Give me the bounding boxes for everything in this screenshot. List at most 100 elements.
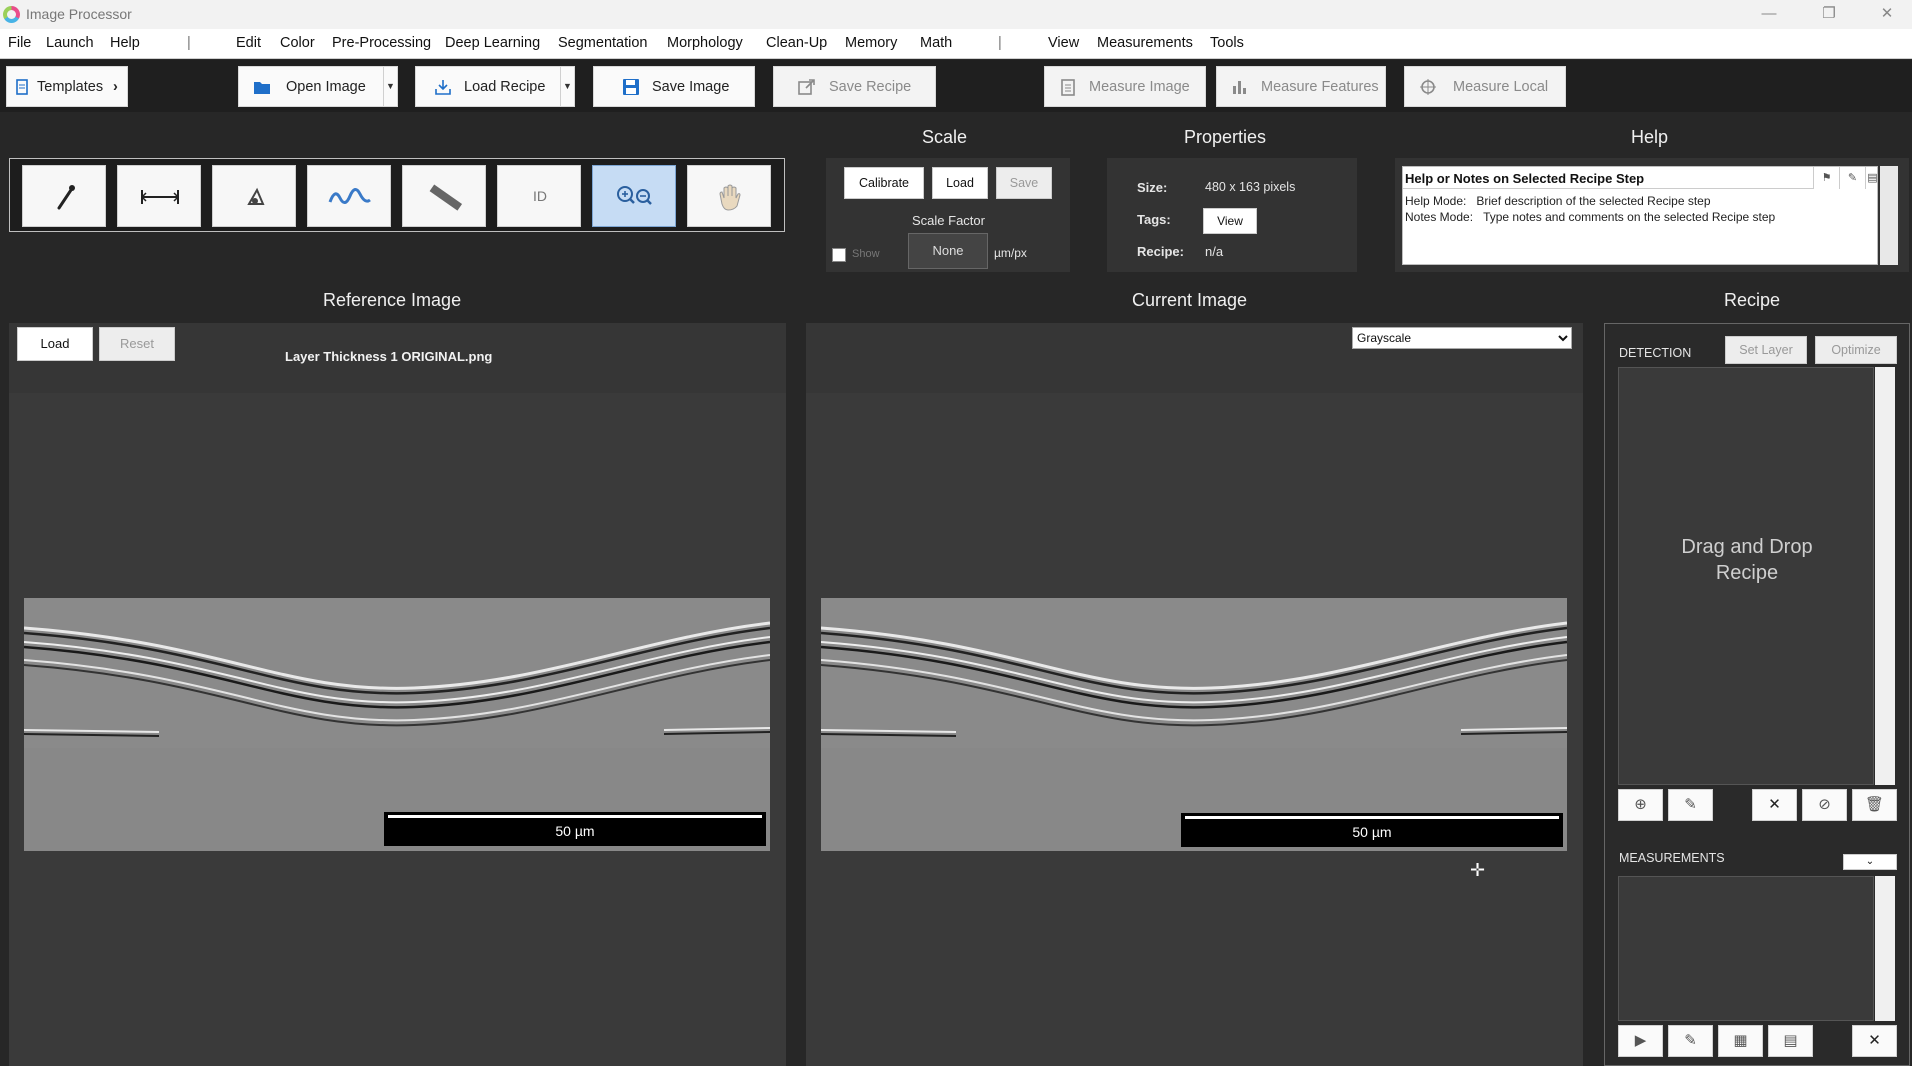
save-image-button[interactable]: Save Image — [593, 66, 755, 107]
save-image-label: Save Image — [652, 79, 730, 95]
tool-angle[interactable] — [212, 165, 296, 227]
folder-icon — [254, 82, 270, 94]
minimize-button[interactable]: — — [1754, 3, 1784, 25]
play-icon: ▶ — [1634, 1032, 1647, 1049]
help-mode-key: Help Mode: — [1405, 194, 1467, 208]
delete-recipe-button[interactable]: 🗑 — [1852, 789, 1897, 821]
menu-memory[interactable]: Memory — [845, 35, 897, 51]
tool-measure-line[interactable] — [117, 165, 201, 227]
scale-load-button[interactable]: Load — [932, 167, 988, 199]
reference-image[interactable]: 50 µm — [23, 598, 771, 851]
scale-factor-field[interactable]: None — [908, 233, 988, 269]
disable-step-button[interactable]: ⊘ — [1802, 789, 1847, 821]
chevron-down-icon: ⌄ — [1865, 856, 1875, 867]
current-image-panel: Grayscale 50 µm ✛ — [806, 323, 1583, 1066]
menu-tools[interactable]: Tools — [1210, 35, 1244, 51]
tool-pan[interactable] — [687, 165, 771, 227]
help-mode-text: Brief description of the selected Recipe… — [1476, 194, 1711, 208]
open-image-dropdown-icon[interactable]: ▼ — [383, 67, 397, 106]
measure-image-label: Measure Image — [1089, 79, 1190, 95]
templates-button[interactable]: Templates › — [6, 66, 128, 107]
color-mode-select[interactable]: Grayscale — [1352, 327, 1572, 349]
mouse-cursor-icon: ✛ — [1470, 860, 1486, 880]
notes-mode-line: Notes Mode: Type notes and comments on t… — [1405, 210, 1775, 224]
menu-math[interactable]: Math — [920, 35, 952, 51]
reference-image-title: Reference Image — [323, 290, 462, 310]
current-image[interactable]: 50 µm — [820, 598, 1568, 851]
menu-morphology[interactable]: Morphology — [667, 35, 743, 51]
reference-reset-button[interactable]: Reset — [99, 327, 175, 361]
recipe-panel: DETECTION Set Layer Optimize Drag and Dr… — [1604, 323, 1910, 1066]
tags-view-button[interactable]: View — [1203, 208, 1257, 234]
open-image-button[interactable]: Open Image ▼ — [238, 66, 398, 107]
document-icon — [16, 79, 28, 95]
size-value: 480 x 163 pixels — [1205, 180, 1296, 194]
pin-icon[interactable]: ✎ — [1839, 167, 1865, 189]
tool-ruler[interactable] — [402, 165, 486, 227]
tool-zoom[interactable] — [592, 165, 676, 227]
edit-step-button[interactable]: ✎ — [1668, 789, 1713, 821]
menu-color[interactable]: Color — [280, 35, 315, 51]
tool-id[interactable]: ID — [497, 165, 581, 227]
menu-view[interactable]: View — [1048, 35, 1079, 51]
recipe-property-value: n/a — [1205, 244, 1224, 259]
measurements-scrollbar[interactable] — [1875, 876, 1895, 1021]
menu-deep-learning[interactable]: Deep Learning — [445, 35, 540, 51]
tool-freehand[interactable] — [307, 165, 391, 227]
edit-measurement-button[interactable]: ✎ — [1668, 1025, 1713, 1057]
run-measurements-button[interactable]: ▶ — [1618, 1025, 1663, 1057]
measure-features-label: Measure Features — [1261, 79, 1379, 95]
add-step-button[interactable]: ⊕ — [1618, 789, 1663, 821]
tool-palette: ID — [9, 158, 785, 232]
notes-icon[interactable]: ▤ — [1865, 167, 1879, 189]
drop-hint-line-1: Drag and Drop — [1681, 536, 1813, 558]
measurements-list[interactable] — [1618, 876, 1874, 1021]
close-button[interactable]: ✕ — [1872, 3, 1902, 25]
measure-local-button[interactable]: Measure Local — [1404, 66, 1566, 107]
remove-step-button[interactable]: ✕ — [1752, 789, 1797, 821]
flag-icon[interactable]: ⚑ — [1813, 167, 1839, 189]
scale-factor-label: Scale Factor — [912, 213, 985, 228]
angle-icon — [247, 187, 265, 205]
tool-dropper[interactable] — [22, 165, 106, 227]
set-layer-button[interactable]: Set Layer — [1725, 336, 1807, 364]
dimension-line-icon — [140, 190, 180, 204]
bar-chart-icon — [1233, 81, 1246, 94]
load-recipe-dropdown-icon[interactable]: ▼ — [560, 67, 574, 106]
menu-segmentation[interactable]: Segmentation — [558, 35, 647, 51]
measurements-dropdown[interactable]: ⌄ — [1843, 854, 1897, 870]
menu-help[interactable]: Help — [110, 35, 140, 51]
menu-file[interactable]: File — [8, 35, 31, 51]
show-scale-checkbox[interactable] — [832, 248, 846, 262]
menu-clean-up[interactable]: Clean-Up — [766, 35, 827, 51]
scale-save-button[interactable]: Save — [996, 167, 1052, 199]
notes-mode-key: Notes Mode: — [1405, 210, 1474, 224]
templates-label: Templates — [37, 79, 104, 95]
measure-features-button[interactable]: Measure Features — [1216, 66, 1386, 107]
help-scrollbar[interactable] — [1880, 166, 1898, 265]
clear-measurements-button[interactable]: ✕ — [1852, 1025, 1897, 1057]
close-icon: ✕ — [1868, 1032, 1881, 1049]
reference-load-button[interactable]: Load — [17, 327, 93, 361]
menu-measurements[interactable]: Measurements — [1097, 35, 1193, 51]
restore-button[interactable]: ❐ — [1814, 3, 1844, 25]
notes-mode-text: Type notes and comments on the selected … — [1483, 210, 1776, 224]
optimize-button[interactable]: Optimize — [1815, 336, 1897, 364]
show-scale-label: Show — [852, 248, 880, 260]
menu-launch[interactable]: Launch — [46, 35, 94, 51]
load-icon — [435, 80, 451, 95]
help-notes-box[interactable]: Help or Notes on Selected Recipe Step ⚑ … — [1402, 166, 1878, 265]
load-recipe-button[interactable]: Load Recipe ▼ — [415, 66, 575, 107]
recipe-scrollbar[interactable] — [1875, 367, 1895, 785]
menu-edit[interactable]: Edit — [236, 35, 261, 51]
hand-icon — [719, 184, 741, 211]
recipe-drop-zone[interactable]: Drag and Drop Recipe — [1618, 367, 1874, 785]
measure-image-button[interactable]: Measure Image — [1044, 66, 1206, 107]
report-button[interactable]: ▤ — [1768, 1025, 1813, 1057]
save-recipe-button[interactable]: Save Recipe — [773, 66, 936, 107]
menu-pre-processing[interactable]: Pre-Processing — [332, 35, 431, 51]
table-view-button[interactable]: ▦ — [1718, 1025, 1763, 1057]
ruler-icon — [429, 184, 463, 211]
reference-scale-bar-label: 50 µm — [555, 823, 595, 839]
calibrate-button[interactable]: Calibrate — [844, 167, 924, 199]
